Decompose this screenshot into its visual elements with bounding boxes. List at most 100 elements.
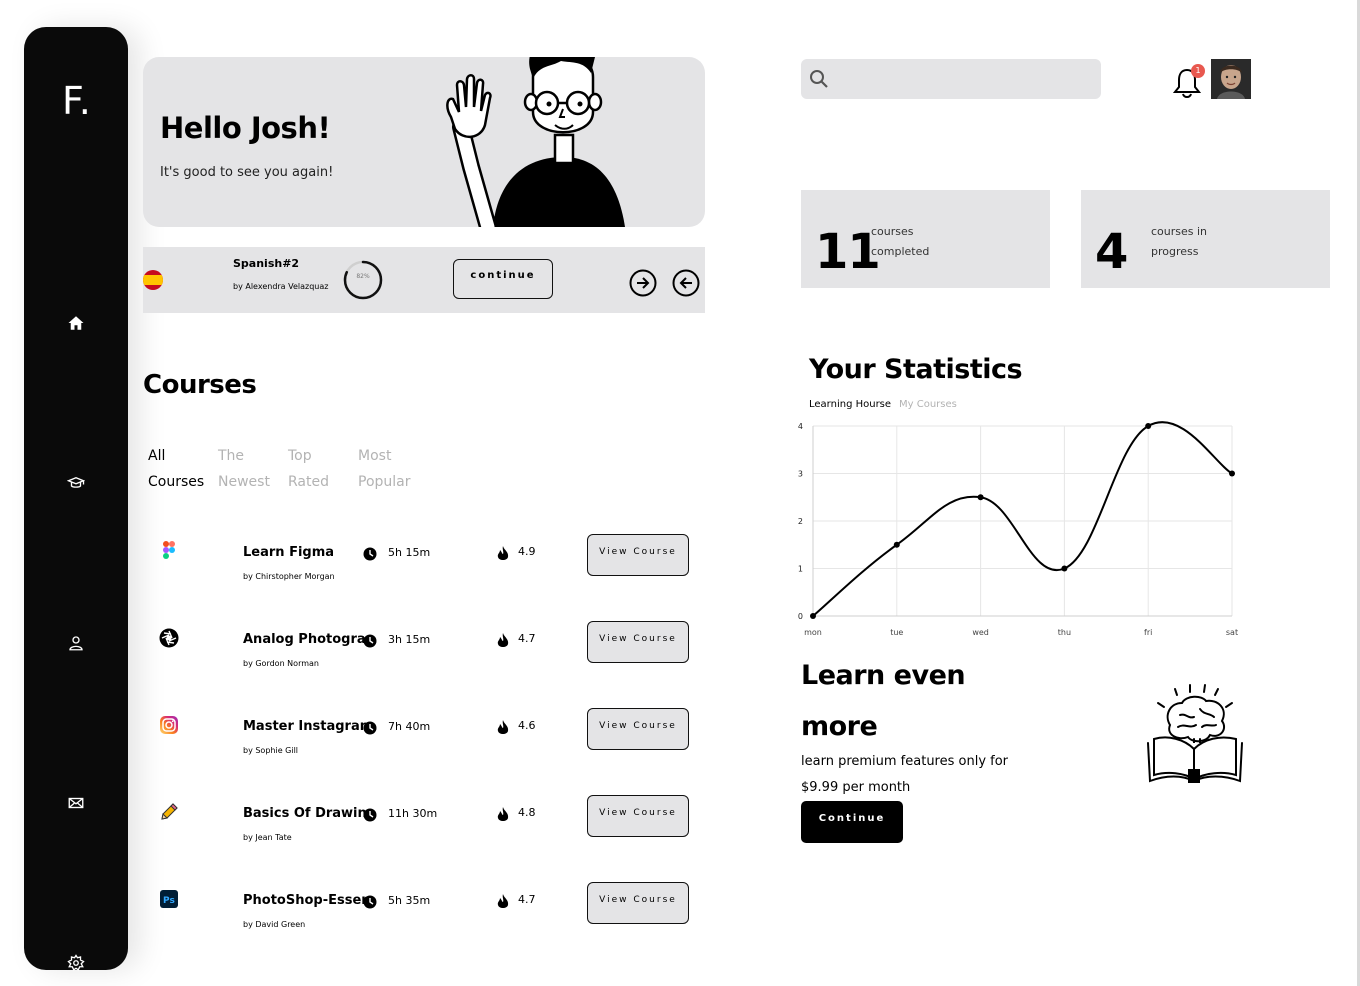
tab-newest[interactable]: The Newest [218,443,270,495]
course-author: by Chirstopher Morgan [243,572,335,581]
fire-icon [497,546,509,560]
x-tick-label: tue [890,628,903,637]
tab-label: Most [358,448,392,464]
courses-heading: Courses [143,370,257,400]
course-duration: 3h 15m [388,633,431,646]
clock-icon [363,634,377,648]
tab-label: Courses [148,474,205,490]
course-rating: 4.9 [518,545,536,558]
tab-my-courses[interactable]: My Courses [899,399,957,410]
tab-label: Popular [358,474,411,490]
course-rating: 4.7 [518,632,536,645]
data-point [1061,565,1068,572]
stat-value: 4 [1095,224,1128,280]
course-row: Basics Of Drawing by Jean Tate 11h 30m 4… [143,795,703,862]
greeting-title: Hello Josh! [160,111,331,145]
clock-icon [363,895,377,909]
arrow-right-circle-icon[interactable] [629,269,657,297]
y-tick-label: 1 [798,565,803,574]
course-rating: 4.8 [518,806,536,819]
course-row: Learn Figma by Chirstopher Morgan 5h 15m… [143,534,703,601]
avatar[interactable] [1211,59,1251,99]
stat-label: courses [871,225,914,238]
continue-course-button[interactable]: continue [453,259,553,299]
waving-person-illustration [446,57,625,227]
svg-text:Ps: Ps [163,896,175,906]
mail-icon[interactable] [66,793,86,813]
course-name: Learn Figma [243,545,335,560]
data-point [810,613,816,619]
x-tick-label: thu [1058,628,1071,637]
arrow-left-circle-icon[interactable] [672,269,700,297]
tab-all-courses[interactable]: All Courses [148,443,204,495]
notification-badge: 1 [1191,64,1205,78]
fire-icon [497,720,509,734]
photoshop-icon: Ps [160,890,178,908]
user-icon[interactable] [66,633,86,653]
settings-icon[interactable] [66,953,86,973]
y-tick-label: 0 [798,612,803,621]
tab-top-rated[interactable]: Top Rated [288,443,329,495]
tab-learning-hours[interactable]: Learning Hourse [809,399,891,410]
view-course-button[interactable]: View Course [587,708,689,750]
graduation-cap-icon[interactable] [66,473,86,493]
progress-label: 82% [356,273,370,280]
course-author: by Gordon Norman [243,659,319,668]
series-line [812,421,1233,617]
course-duration: 11h 30m [388,807,438,820]
spain-flag-icon [143,270,163,290]
fire-icon [497,633,509,647]
courses-completed-card: 11 courses completed [801,190,1050,288]
x-tick-label: fri [1144,628,1152,637]
search-icon [810,70,828,88]
view-course-button[interactable]: View Course [587,882,689,924]
tab-label: The [218,448,245,464]
stat-label: completed [871,245,930,258]
welcome-banner: Hello Josh! It's good to see you again! [143,57,705,227]
course-duration: 5h 15m [388,546,431,559]
course-author: by David Green [243,920,306,929]
figma-icon [163,541,175,559]
course-row: Analog Photography by Gordon Norman 3h 1… [143,621,703,688]
tab-label: Newest [218,474,270,490]
view-course-button[interactable]: View Course [587,621,689,663]
course-row: Ps PhotoShop-Essence by David Green 5h 3… [143,882,703,949]
stat-label: courses in [1151,225,1208,238]
y-tick-label: 2 [798,517,803,526]
data-point [1145,423,1152,429]
pencil-icon [161,803,178,820]
course-duration: 5h 35m [388,894,431,907]
x-tick-label: wed [972,628,989,637]
search-bar[interactable] [801,59,1101,99]
view-course-button[interactable]: View Course [587,795,689,837]
course-rating: 4.7 [518,893,536,906]
course-name: Analog Photography [243,632,368,647]
statistics-title: Your Statistics [809,354,1023,385]
promo-text: learn premium features only for $9.99 pe… [801,754,1009,795]
camera-aperture-icon [159,628,179,648]
data-point [893,541,900,548]
greeting-subtitle: It's good to see you again! [160,165,334,180]
view-course-button[interactable]: View Course [587,534,689,576]
courses-in-progress-card: 4 courses in progress [1081,190,1330,288]
sidebar: F. [24,27,128,973]
clock-icon [363,808,377,822]
tab-label: Top [288,448,312,464]
clock-icon [363,721,377,735]
current-course-title: Spanish#2 [233,257,300,270]
x-tick-label: sat [1226,628,1238,637]
promo-continue-button[interactable]: Continue [801,801,903,843]
instagram-icon [160,716,178,734]
home-icon[interactable] [66,313,86,333]
promo-title: Learn even more [801,660,966,742]
x-tick-label: mon [804,628,822,637]
y-tick-label: 3 [798,470,803,479]
progress-ring [343,260,383,300]
tab-most-popular[interactable]: Most Popular [358,443,411,495]
brain-book-illustration [1147,684,1243,783]
tab-label: All [148,448,166,464]
data-point [1229,470,1235,477]
logo: F. [62,79,92,123]
course-author: by Sophie Gill [243,746,299,755]
learning-hours-chart: 0 1 2 3 4 mon tue wed thu fri sat [798,421,1238,637]
